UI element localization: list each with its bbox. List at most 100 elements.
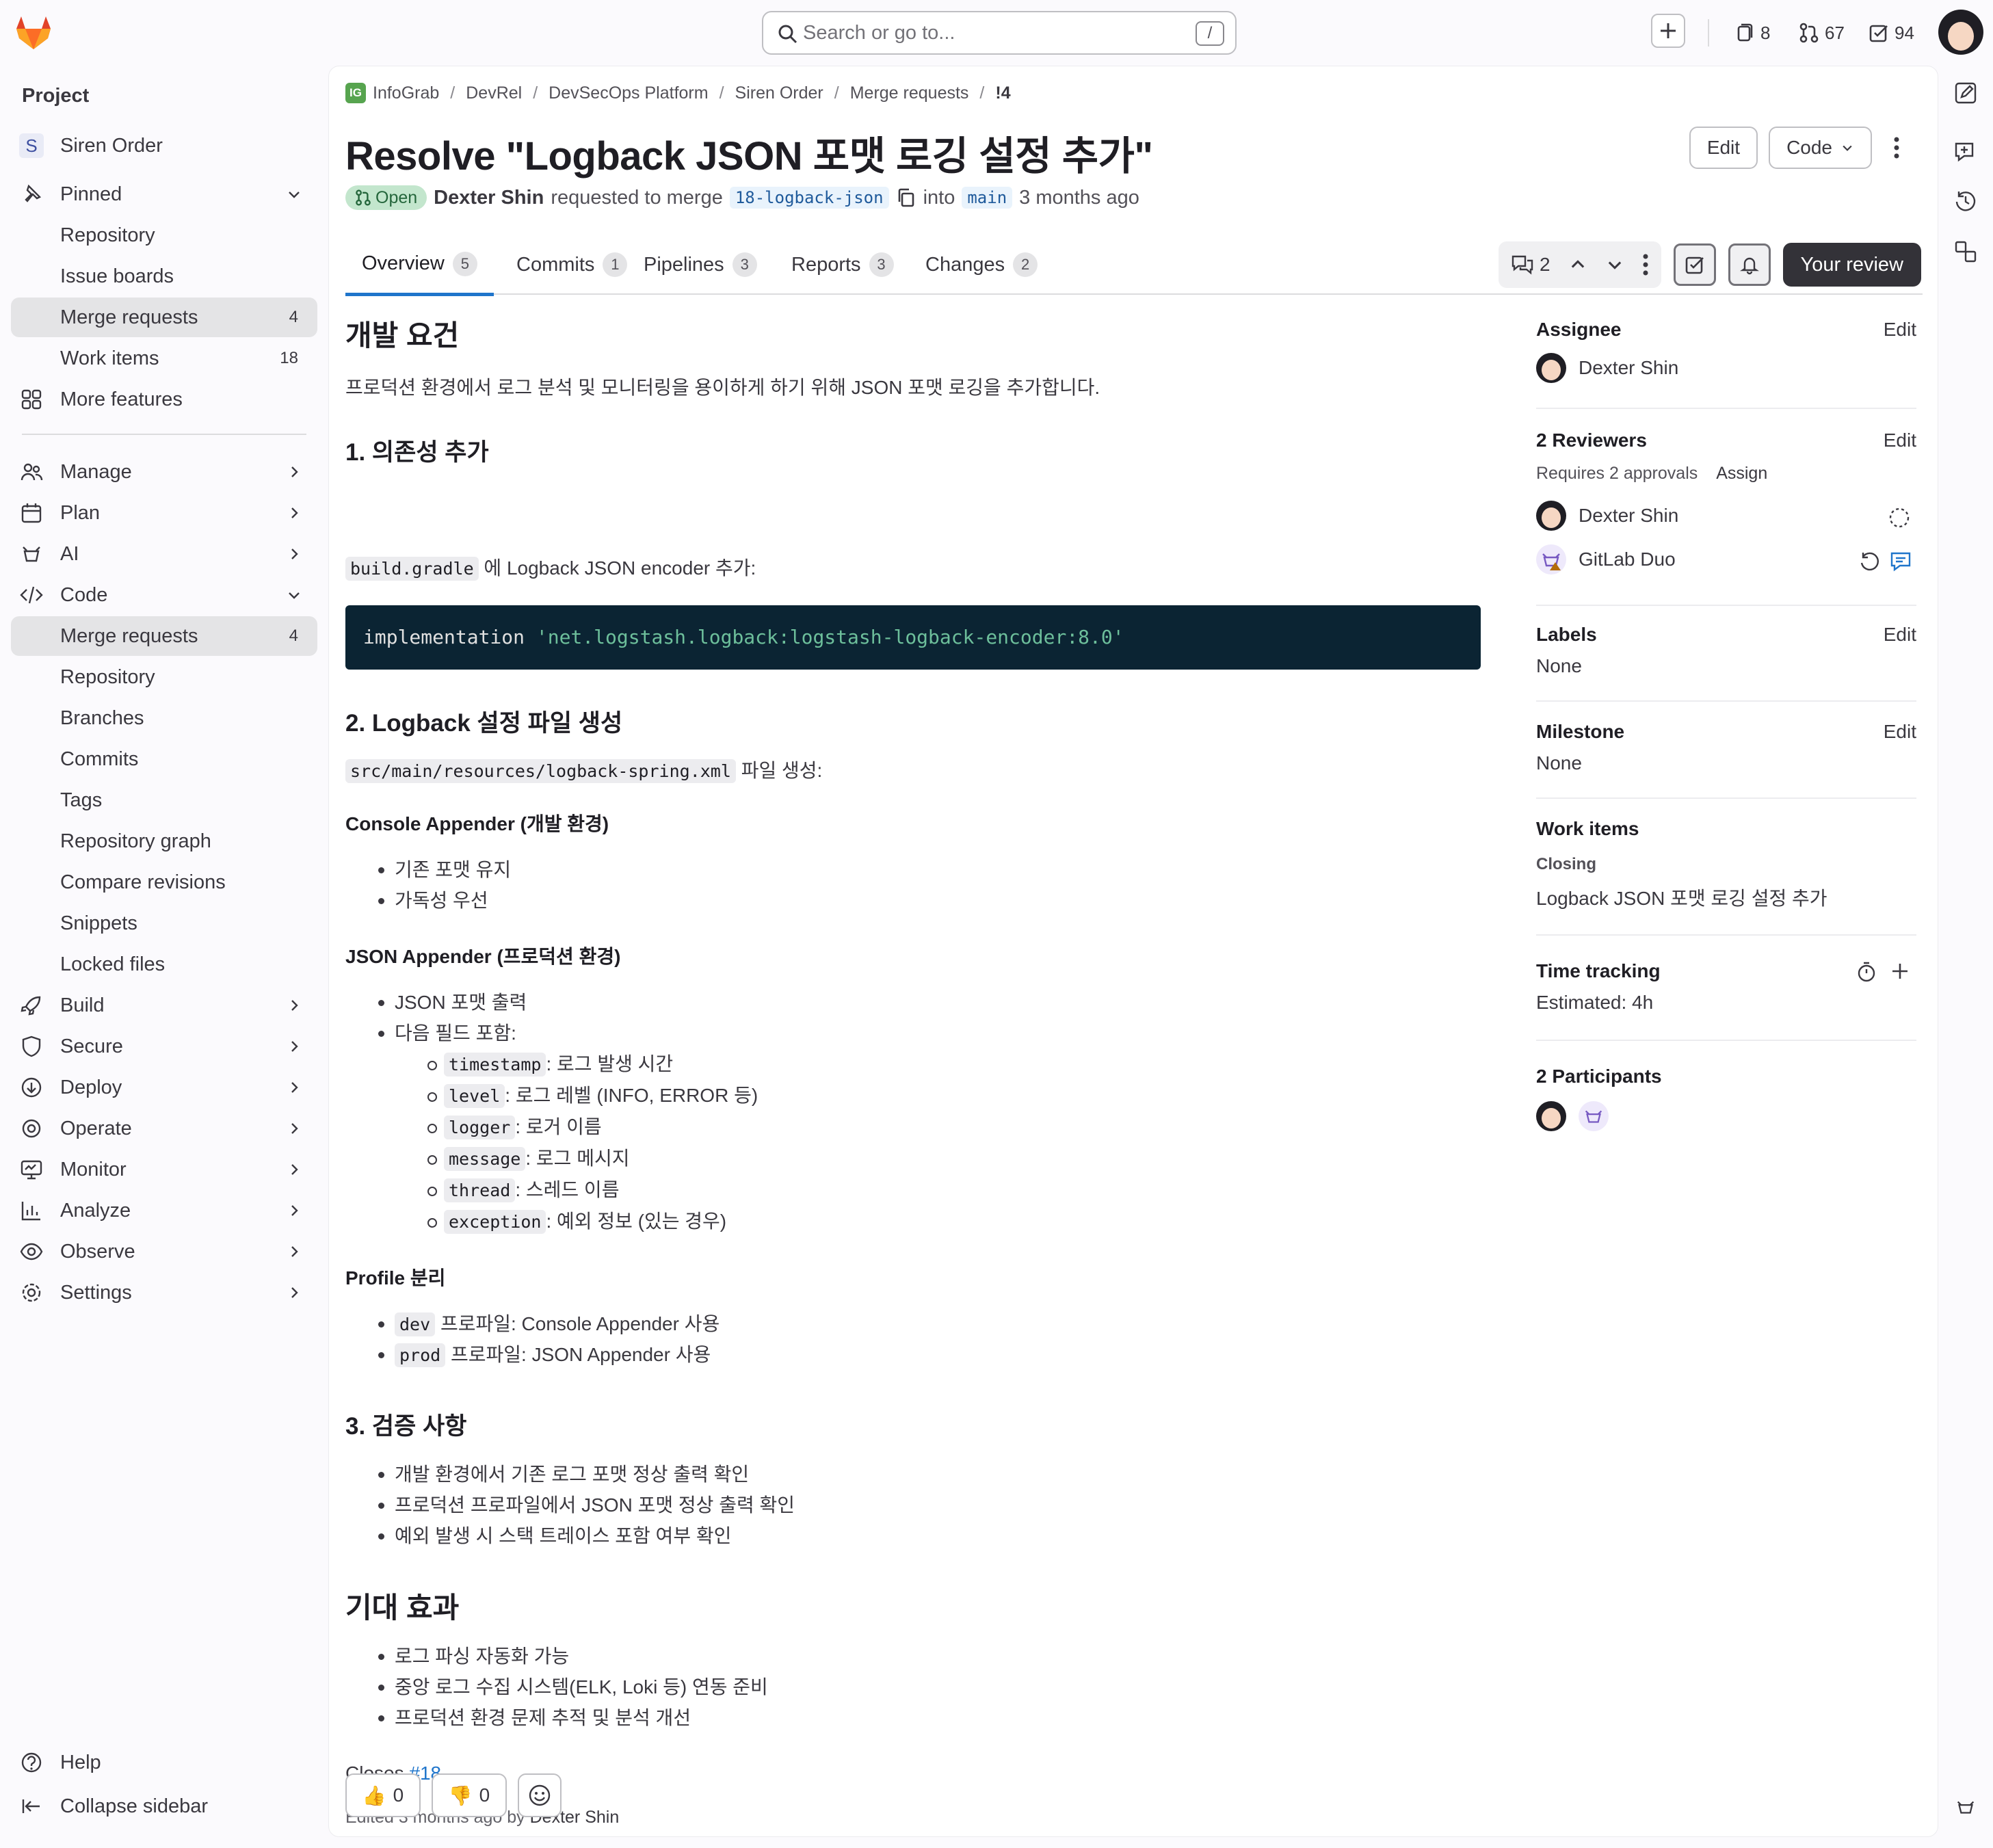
sidebar-item-merge-requests[interactable]: Merge requests 4	[11, 616, 317, 656]
breadcrumb-item[interactable]: DevSecOps Platform	[549, 83, 708, 103]
rerequest-review-icon[interactable]	[1858, 550, 1881, 573]
add-reaction-button[interactable]	[518, 1773, 562, 1817]
search-input[interactable]: Search or go to... /	[762, 11, 1237, 55]
tab-overview[interactable]: Overview 5	[345, 235, 494, 296]
sidebar-item-repository[interactable]: Repository	[11, 657, 317, 697]
breadcrumb-item[interactable]: DevRel	[466, 83, 522, 103]
threads-toggle[interactable]: 2	[1511, 254, 1550, 276]
sidebar-item-work-items[interactable]: Work items 18	[11, 339, 317, 378]
search-icon	[778, 25, 797, 44]
create-new-button[interactable]	[1651, 14, 1685, 48]
compare-icon[interactable]	[1953, 239, 1978, 264]
work-item-link[interactable]: Logback JSON 포맷 로깅 설정 추가	[1536, 884, 1827, 911]
add-todo-button[interactable]	[1673, 243, 1716, 286]
tab-reports[interactable]: Reports 3	[775, 235, 910, 295]
thumbs-up-button[interactable]: 👍 0	[345, 1773, 421, 1817]
collapse-sidebar-button[interactable]: Collapse sidebar	[11, 1786, 317, 1826]
assign-link[interactable]: Assign	[1716, 464, 1767, 483]
pinned-label: Pinned	[60, 183, 122, 205]
your-review-button[interactable]: Your review	[1782, 243, 1921, 287]
avatar[interactable]	[1536, 1101, 1566, 1131]
more-actions-button[interactable]	[1883, 127, 1910, 169]
breadcrumb-current[interactable]: !4	[995, 83, 1010, 103]
target-branch[interactable]: main	[962, 187, 1013, 209]
duo-chat-icon[interactable]	[1953, 1795, 1978, 1819]
chevron-down-icon	[1843, 145, 1852, 151]
thumbs-down-icon: 👎	[448, 1784, 473, 1806]
history-icon[interactable]	[1953, 189, 1978, 213]
sidebar-item-manage[interactable]: Manage	[11, 452, 317, 492]
sidebar-item-monitor[interactable]: Monitor	[11, 1150, 317, 1189]
sidebar-item-build[interactable]: Build	[11, 986, 317, 1025]
group-avatar-icon: IG	[345, 83, 366, 103]
user-avatar[interactable]	[1938, 10, 1983, 55]
sidebar-item-snippets[interactable]: Snippets	[11, 903, 317, 943]
sidebar-pinned[interactable]: Pinned	[11, 174, 317, 214]
sidebar-item-repository-graph[interactable]: Repository graph	[11, 821, 317, 861]
notifications-button[interactable]	[1728, 243, 1771, 286]
comment-add-icon[interactable]	[1953, 140, 1978, 164]
divider	[1536, 408, 1916, 409]
sidebar-item-ai[interactable]: AI	[11, 534, 317, 574]
profile-list: dev 프로파일: Console Appender 사용 prod 프로파일:…	[345, 1308, 720, 1370]
sidebar-item-more-features[interactable]: More features	[11, 380, 317, 419]
sidebar-item-plan[interactable]: Plan	[11, 493, 317, 533]
stopwatch-icon[interactable]	[1855, 960, 1878, 984]
breadcrumb-item[interactable]: Merge requests	[850, 83, 969, 103]
labels-edit-button[interactable]: Edit	[1884, 624, 1916, 646]
edit-pencil-icon[interactable]	[1953, 81, 1978, 105]
sidebar-item-settings[interactable]: Settings	[11, 1273, 317, 1312]
chevron-down-icon[interactable]	[1605, 255, 1624, 274]
sidebar-item-code[interactable]: Code	[11, 575, 317, 615]
code-icon	[20, 586, 43, 604]
chevron-right-icon	[291, 1164, 298, 1175]
thumbs-down-button[interactable]: 👎 0	[432, 1773, 507, 1817]
breadcrumb-item[interactable]: Siren Order	[735, 83, 823, 103]
breadcrumb-item[interactable]: InfoGrab	[373, 83, 439, 103]
assignee-edit-button[interactable]: Edit	[1884, 319, 1916, 341]
source-branch[interactable]: 18-logback-json	[729, 187, 889, 209]
reviewers-edit-button[interactable]: Edit	[1884, 430, 1916, 451]
code-dropdown-button[interactable]: Code	[1769, 127, 1872, 169]
todos-button[interactable]: 94	[1869, 15, 1914, 51]
sidebar-item-repository-pinned[interactable]: Repository	[11, 215, 317, 255]
sidebar-item-analyze[interactable]: Analyze	[11, 1191, 317, 1230]
milestone-edit-button[interactable]: Edit	[1884, 721, 1916, 743]
sidebar-item-issue-boards[interactable]: Issue boards	[11, 256, 317, 296]
gitlab-duo-avatar[interactable]	[1579, 1101, 1609, 1131]
comment-icon[interactable]	[1889, 550, 1912, 573]
sidebar-project[interactable]: S Siren Order	[11, 126, 317, 166]
heading-config: 2. Logback 설정 파일 생성	[345, 710, 623, 737]
sidebar-item-observe[interactable]: Observe	[11, 1232, 317, 1271]
tab-commits[interactable]: Commits 1	[500, 235, 644, 295]
sidebar-item-branches[interactable]: Branches	[11, 698, 317, 738]
chevron-up-icon[interactable]	[1568, 255, 1587, 274]
author-link[interactable]: Dexter Shin	[434, 187, 544, 209]
sidebar-item-locked-files[interactable]: Locked files	[11, 945, 317, 984]
sidebar-item-deploy[interactable]: Deploy	[11, 1068, 317, 1107]
issues-button[interactable]: 8	[1734, 15, 1770, 51]
tab-pipelines[interactable]: Pipelines 3	[627, 235, 774, 295]
edit-button[interactable]: Edit	[1689, 127, 1758, 169]
reviewer-row[interactable]: GitLab Duo	[1536, 544, 1676, 575]
sidebar-item-secure[interactable]: Secure	[11, 1027, 317, 1066]
sidebar-item-commits[interactable]: Commits	[11, 739, 317, 779]
sidebar-item-operate[interactable]: Operate	[11, 1109, 317, 1148]
tab-changes[interactable]: Changes 2	[909, 235, 1054, 295]
status-badge: Open	[345, 185, 427, 210]
sidebar-item-tags[interactable]: Tags	[11, 780, 317, 820]
plus-icon[interactable]	[1889, 960, 1911, 982]
kebab-icon[interactable]	[1642, 253, 1649, 276]
participants-list	[1536, 1101, 1609, 1131]
sidebar-item-merge-requests-pinned[interactable]: Merge requests 4	[11, 298, 317, 337]
sidebar-item-help[interactable]: Help	[11, 1743, 317, 1782]
assignee-row[interactable]: Dexter Shin	[1536, 353, 1678, 383]
list-item: timestamp: 로그 발생 시간	[345, 1048, 758, 1080]
divider	[1536, 1040, 1916, 1041]
copy-icon[interactable]	[896, 187, 916, 208]
merge-requests-button[interactable]: 67	[1799, 15, 1845, 51]
sidebar-item-compare-revisions[interactable]: Compare revisions	[11, 862, 317, 902]
reviewer-row[interactable]: Dexter Shin	[1536, 501, 1678, 531]
gitlab-logo-icon[interactable]	[15, 15, 52, 51]
milestone-heading: Milestone	[1536, 721, 1625, 742]
